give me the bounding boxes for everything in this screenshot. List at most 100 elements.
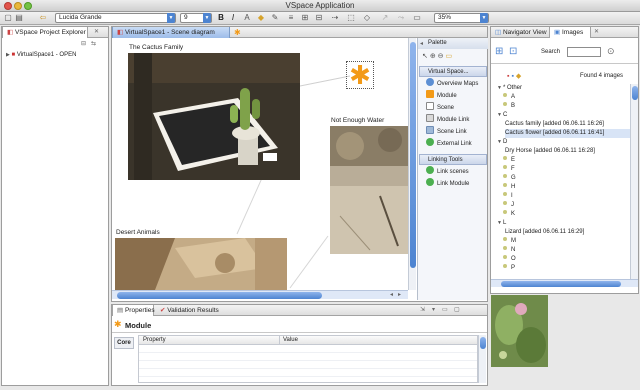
image-search-input[interactable] bbox=[567, 47, 601, 57]
image-tree-item[interactable]: G bbox=[497, 174, 627, 183]
image-tree-item[interactable]: Cactus family [added 06.06.11 16:26] bbox=[505, 120, 630, 129]
edit-image-icon[interactable]: ▪ bbox=[511, 73, 513, 80]
palette-item-external-link[interactable]: External Link bbox=[420, 138, 494, 149]
close-icon[interactable]: ✕ bbox=[94, 28, 99, 35]
image-tree-item[interactable]: ▼L bbox=[497, 219, 627, 228]
properties-table[interactable]: Property Value bbox=[138, 335, 478, 383]
tab-scene-diagram[interactable]: ◧ VirtualSpace1 - Scene diagram bbox=[112, 27, 230, 38]
table-row[interactable] bbox=[139, 369, 477, 377]
palette-item-module[interactable]: Module bbox=[420, 90, 494, 101]
image-tree-item[interactable]: Cactus flower [added 06.06.11 16:41] bbox=[505, 129, 630, 138]
properties-vscroll-thumb[interactable] bbox=[480, 337, 486, 349]
zoom-select[interactable]: 35% ▼ bbox=[434, 13, 489, 23]
image-tree-hscrollbar[interactable] bbox=[491, 279, 638, 287]
table-row[interactable] bbox=[139, 345, 477, 353]
canvas-vscroll-thumb[interactable] bbox=[410, 42, 416, 268]
select-all-icon[interactable]: ⬚ bbox=[346, 13, 356, 23]
image-tree-item[interactable]: K bbox=[497, 210, 627, 219]
chevron-left-icon[interactable]: ◂ bbox=[420, 40, 423, 47]
arrange-icon[interactable]: ⊟ bbox=[314, 13, 324, 23]
tab-properties[interactable]: ▤ Properties bbox=[112, 305, 155, 316]
palette-item-link-module[interactable]: Link Module bbox=[420, 178, 494, 189]
palette-item-link-scenes[interactable]: Link scenes bbox=[420, 166, 494, 177]
side-tab-core[interactable]: Core bbox=[114, 337, 134, 349]
image-tree-vscrollbar[interactable] bbox=[630, 84, 638, 279]
tab-project-explorer[interactable]: ◧ VSpace Project Explorer bbox=[2, 27, 88, 38]
image-tree-item[interactable]: I bbox=[497, 192, 627, 201]
table-row[interactable] bbox=[139, 353, 477, 361]
image-tree-item[interactable]: P bbox=[497, 264, 627, 273]
module-node[interactable]: ✱ bbox=[346, 61, 374, 89]
route-icon[interactable]: ↗ bbox=[380, 13, 390, 23]
select-arrow-icon[interactable]: ↖ bbox=[422, 53, 428, 60]
close-icon[interactable]: ✕ bbox=[594, 28, 599, 35]
zoom-out-icon[interactable]: ⊖ bbox=[438, 53, 444, 60]
tab-module-icon[interactable]: ✱ bbox=[230, 27, 242, 38]
canvas-vertical-scrollbar[interactable] bbox=[408, 38, 416, 290]
bold-button[interactable]: B bbox=[216, 13, 226, 23]
tab-navigator-view[interactable]: ◫ Navigator View bbox=[491, 27, 549, 38]
fill-color-icon[interactable]: ◆ bbox=[256, 13, 266, 23]
maximize-view-icon[interactable]: ▢ bbox=[454, 306, 460, 313]
pin-icon[interactable]: ⇲ bbox=[420, 306, 425, 313]
image-tree-item[interactable]: J bbox=[497, 201, 627, 210]
italic-button[interactable]: I bbox=[228, 13, 238, 23]
line-color-icon[interactable]: ✎ bbox=[270, 13, 280, 23]
tab-validation-results[interactable]: ✔ Validation Results bbox=[156, 305, 222, 316]
align-icon[interactable]: ≡ bbox=[286, 13, 296, 23]
canvas-hscroll-thumb[interactable] bbox=[117, 292, 322, 299]
palette-item-overview-maps[interactable]: Overview Maps bbox=[420, 78, 494, 89]
layer-icon[interactable]: ▭ bbox=[412, 13, 422, 23]
tree-item-virtualspace[interactable]: ▶ ■ VirtualSpace1 - OPEN bbox=[6, 52, 76, 58]
palette-item-module-link[interactable]: Module Link bbox=[420, 114, 494, 125]
image-tree-item[interactable]: H bbox=[497, 183, 627, 192]
image-tree-item[interactable]: N bbox=[497, 246, 627, 255]
scene-cactus-family[interactable] bbox=[128, 53, 300, 180]
image-tree-item[interactable]: ▼C bbox=[497, 111, 627, 120]
shape-icon[interactable]: ◇ bbox=[362, 13, 372, 23]
image-tree-item[interactable]: B bbox=[497, 102, 627, 111]
palette-section-virtual-space[interactable]: Virtual Space... bbox=[419, 66, 487, 77]
image-tree-item[interactable]: Dry Horse [added 06.06.11 16:28] bbox=[505, 147, 630, 156]
delete-image-icon[interactable]: ▪ bbox=[507, 73, 509, 80]
image-tree-hscroll-thumb[interactable] bbox=[501, 281, 621, 287]
new-file-icon[interactable]: ▢ bbox=[3, 13, 13, 23]
scroll-left-icon[interactable]: ◂ bbox=[390, 291, 393, 298]
image-tree-vscroll-thumb[interactable] bbox=[632, 86, 638, 100]
font-color-icon[interactable]: A bbox=[242, 13, 252, 23]
font-size-select[interactable]: 9 ▼ bbox=[180, 13, 212, 23]
zoom-in-icon[interactable]: ⊕ bbox=[430, 53, 436, 60]
search-options-icon[interactable]: ⊙ bbox=[607, 46, 615, 57]
distribute-icon[interactable]: ⊞ bbox=[300, 13, 310, 23]
save-icon[interactable]: ▤ bbox=[14, 13, 24, 23]
scene-not-enough-water[interactable] bbox=[330, 126, 408, 254]
palette-item-scene-link[interactable]: Scene Link bbox=[420, 126, 494, 137]
line-style-icon[interactable]: ⇢ bbox=[330, 13, 340, 23]
image-tree-item[interactable]: ▼* Other bbox=[497, 84, 627, 93]
image-tree-item[interactable]: Lizard [added 06.06.11 16:29] bbox=[505, 228, 630, 237]
diagram-canvas[interactable]: The Cactus Family ✱ Not Enough Water Des… bbox=[112, 38, 408, 290]
image-tree-item[interactable]: ▼D bbox=[497, 138, 627, 147]
tag-image-icon[interactable]: ◆ bbox=[516, 73, 521, 80]
image-refresh-icon[interactable]: ⊡ bbox=[509, 46, 517, 57]
palette-section-linking-tools[interactable]: Linking Tools bbox=[419, 154, 487, 165]
image-tree-item[interactable]: F bbox=[497, 165, 627, 174]
image-tree-item[interactable]: A bbox=[497, 93, 627, 102]
view-menu-icon[interactable]: ▾ bbox=[432, 306, 435, 313]
table-row[interactable] bbox=[139, 361, 477, 369]
image-tree-item[interactable]: E bbox=[497, 156, 627, 165]
properties-vscrollbar[interactable] bbox=[478, 335, 486, 383]
connector-icon[interactable]: ⤳ bbox=[396, 13, 406, 23]
canvas-horizontal-scrollbar[interactable]: ◂ ▸ bbox=[112, 290, 408, 299]
minimize-view-icon[interactable]: ▭ bbox=[442, 306, 448, 313]
image-tree-item[interactable]: M bbox=[497, 237, 627, 246]
image-tree-item[interactable]: O bbox=[497, 255, 627, 264]
tab-images[interactable]: ▣ Images bbox=[549, 27, 591, 38]
link-editor-icon[interactable]: ⇆ bbox=[91, 40, 96, 47]
palette-item-scene[interactable]: Scene bbox=[420, 102, 494, 113]
scene-desert-animals[interactable] bbox=[115, 238, 287, 290]
note-icon[interactable]: ▭ bbox=[445, 53, 452, 60]
back-arrow-icon[interactable]: ⇦ bbox=[38, 13, 48, 23]
font-family-select[interactable]: Lucida Grande ▼ bbox=[55, 13, 176, 23]
collapse-all-icon[interactable]: ⊟ bbox=[81, 40, 86, 47]
